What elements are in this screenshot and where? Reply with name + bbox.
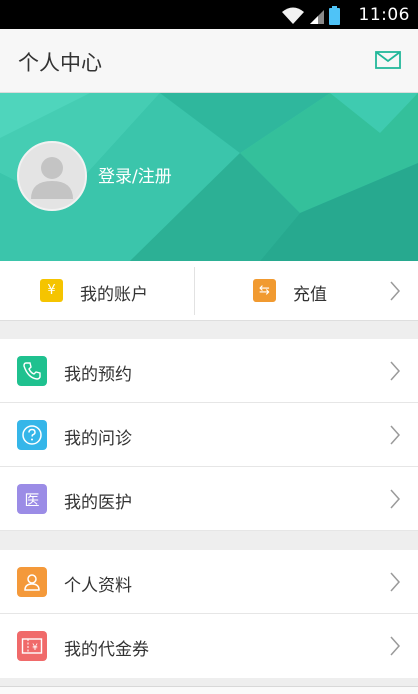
- phone-icon: [17, 356, 47, 386]
- menu-label: 我的预约: [64, 365, 132, 385]
- menu-item-appointments[interactable]: 我的预约: [0, 339, 418, 403]
- exchange-icon: ⇆: [253, 279, 276, 302]
- mail-icon[interactable]: [375, 49, 401, 71]
- chevron-right-icon: [390, 281, 400, 301]
- menu-item-consultations[interactable]: 我的问诊: [0, 403, 418, 467]
- wifi-icon: [282, 7, 304, 24]
- hospital-icon: 医: [17, 484, 47, 514]
- person-icon: [17, 567, 47, 597]
- menu-label: 个人资料: [64, 576, 132, 596]
- chevron-right-icon: [390, 636, 400, 656]
- page-title: 个人中心: [18, 51, 102, 75]
- menu-label: 我的问诊: [64, 429, 132, 449]
- question-icon: [17, 420, 47, 450]
- my-account-button[interactable]: ¥ 我的账户: [0, 261, 194, 321]
- svg-text:¥: ¥: [32, 643, 38, 653]
- login-register-link[interactable]: 登录/注册: [98, 162, 172, 187]
- avatar-placeholder-icon: [31, 157, 73, 199]
- yuan-icon: ¥: [40, 279, 63, 302]
- recharge-button[interactable]: ⇆ 充值: [195, 261, 418, 321]
- recharge-label: 充值: [293, 285, 327, 305]
- status-time: 11:06: [358, 5, 410, 25]
- chevron-right-icon: [390, 572, 400, 592]
- chevron-right-icon: [390, 425, 400, 445]
- chevron-right-icon: [390, 361, 400, 381]
- chevron-right-icon: [390, 489, 400, 509]
- menu-label: 我的医护: [64, 493, 132, 513]
- bottom-navigation: [0, 686, 418, 694]
- avatar[interactable]: [17, 141, 87, 211]
- signal-icon: [310, 10, 324, 24]
- menu-item-vouchers[interactable]: ¥ 我的代金券: [0, 614, 418, 678]
- divider: [0, 530, 418, 531]
- app-header: 个人中心: [0, 29, 418, 93]
- menu-label: 我的代金券: [64, 640, 149, 660]
- account-row: ¥ 我的账户 ⇆ 充值: [0, 261, 418, 321]
- profile-banner: 登录/注册: [0, 93, 418, 261]
- status-bar: 11:06: [0, 0, 418, 29]
- battery-icon: [329, 6, 340, 25]
- voucher-icon: ¥: [17, 631, 47, 661]
- my-account-label: 我的账户: [80, 285, 148, 305]
- menu-item-profile[interactable]: 个人资料: [0, 550, 418, 614]
- menu-item-caregivers[interactable]: 医 我的医护: [0, 467, 418, 531]
- status-icons: [281, 5, 340, 25]
